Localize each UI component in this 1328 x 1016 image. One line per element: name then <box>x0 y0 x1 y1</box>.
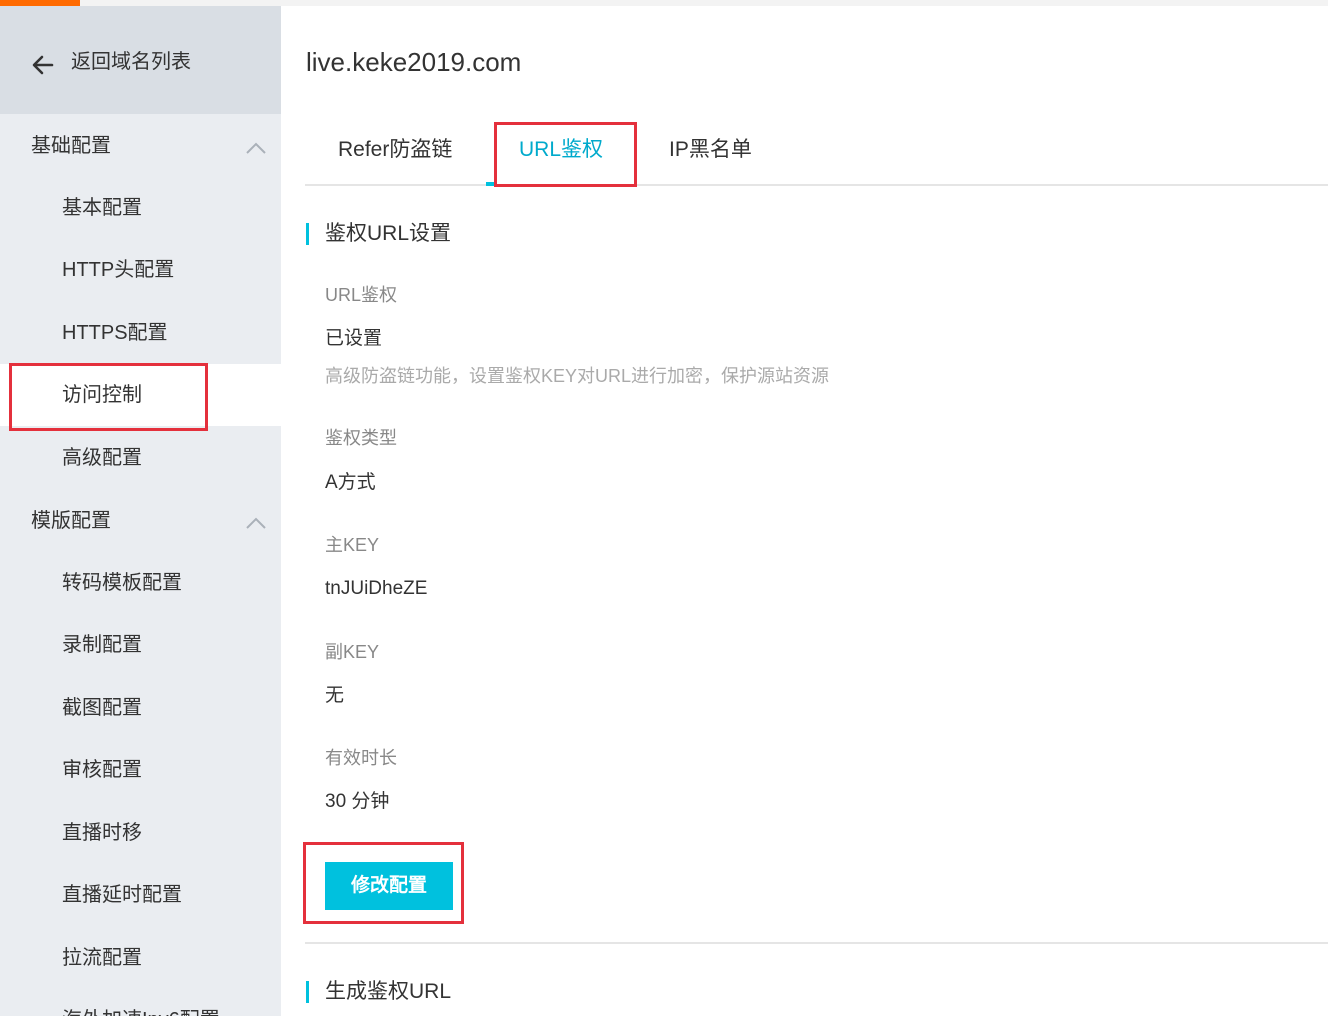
back-to-domain-list-button[interactable]: 返回域名列表 <box>0 6 281 114</box>
sidebar-item-label: 直播时移 <box>62 822 142 844</box>
tabs-divider <box>305 184 1328 186</box>
tab-ip-blacklist[interactable]: IP黑名单 <box>669 136 752 164</box>
section-title-text: 生成鉴权URL <box>325 980 452 1003</box>
sidebar-item-label: 截图配置 <box>62 697 142 719</box>
sidebar-item-label: 录制配置 <box>62 634 142 656</box>
section-divider <box>305 942 1328 944</box>
sidebar-item-recording[interactable]: 录制配置 <box>0 614 281 676</box>
sidebar-item-basic-config[interactable]: 基本配置 <box>0 177 281 239</box>
sidebar-item-advanced[interactable]: 高级配置 <box>0 427 281 489</box>
modify-config-button[interactable]: 修改配置 <box>325 862 453 910</box>
group-title-template[interactable]: 模版配置 <box>31 508 111 534</box>
tab-refer-hotlink[interactable]: Refer防盗链 <box>338 136 452 164</box>
group-title-basic[interactable]: 基础配置 <box>31 133 111 159</box>
field-value-primary-key: tnJUiDheZE <box>325 578 428 599</box>
sidebar-item-https[interactable]: HTTPS配置 <box>0 302 281 364</box>
sidebar-item-pull-stream[interactable]: 拉流配置 <box>0 927 281 989</box>
field-value-url-auth: 已设置 <box>325 328 383 349</box>
sidebar-item-time-shift[interactable]: 直播时移 <box>0 802 281 864</box>
sidebar-item-label: HTTP头配置 <box>62 259 175 281</box>
sidebar-item-label: HTTPS配置 <box>62 322 168 344</box>
section-title-text: 鉴权URL设置 <box>325 222 452 245</box>
sidebar-item-label: 高级配置 <box>62 447 142 469</box>
sidebar-item-label: 审核配置 <box>62 759 142 781</box>
field-label-auth-type: 鉴权类型 <box>325 428 397 448</box>
section-accent-bar <box>306 981 309 1003</box>
field-label-secondary-key: 副KEY <box>325 642 380 662</box>
sidebar-item-access-control[interactable]: 访问控制 <box>0 364 281 426</box>
sidebar-item-http-header[interactable]: HTTP头配置 <box>0 239 281 301</box>
section-accent-bar <box>306 223 309 245</box>
chevron-up-icon[interactable] <box>245 516 267 530</box>
back-label: 返回域名列表 <box>71 51 191 73</box>
field-value-secondary-key: 无 <box>325 685 345 706</box>
field-hint-url-auth: 高级防盗链功能，设置鉴权KEY对URL进行加密，保护源站资源 <box>325 366 830 386</box>
field-label-primary-key: 主KEY <box>325 535 380 555</box>
chevron-up-icon[interactable] <box>245 141 267 155</box>
sidebar-item-label: 拉流配置 <box>62 947 142 969</box>
field-value-valid-duration: 30 分钟 <box>325 791 390 812</box>
sidebar-item-label: 直播延时配置 <box>62 884 182 906</box>
field-label-valid-duration: 有效时长 <box>325 748 397 768</box>
sidebar-item-label: 海外加速Ipv6配置 <box>62 1007 220 1016</box>
sidebar-item-transcode-template[interactable]: 转码模板配置 <box>0 552 281 614</box>
section-title-generate-auth-url: 生成鉴权URL <box>306 978 451 1006</box>
field-label-url-auth: URL鉴权 <box>325 285 398 305</box>
main-content: live.keke2019.com Refer防盗链 URL鉴权 IP黑名单 鉴… <box>281 6 1328 1016</box>
arrow-left-icon <box>32 55 54 75</box>
sidebar-item-label: 基本配置 <box>62 197 142 219</box>
sidebar-item-delay[interactable]: 直播延时配置 <box>0 864 281 926</box>
tab-url-auth[interactable]: URL鉴权 <box>519 136 603 164</box>
sidebar-item-review[interactable]: 审核配置 <box>0 739 281 801</box>
sidebar-item-label: 访问控制 <box>62 384 142 406</box>
field-value-auth-type: A方式 <box>325 472 376 493</box>
page-title: live.keke2019.com <box>306 47 522 77</box>
tab-active-indicator <box>486 182 494 186</box>
section-title-auth-url-settings: 鉴权URL设置 <box>306 220 451 248</box>
sidebar-item-label: 转码模板配置 <box>62 572 182 594</box>
sidebar: 返回域名列表 基础配置 基本配置 HTTP头配置 HTTPS配置 访问控制 高级… <box>0 6 281 1016</box>
sidebar-item-snapshot[interactable]: 截图配置 <box>0 677 281 739</box>
sidebar-item-overseas-ipv6[interactable]: 海外加速Ipv6配置 <box>0 989 281 1016</box>
